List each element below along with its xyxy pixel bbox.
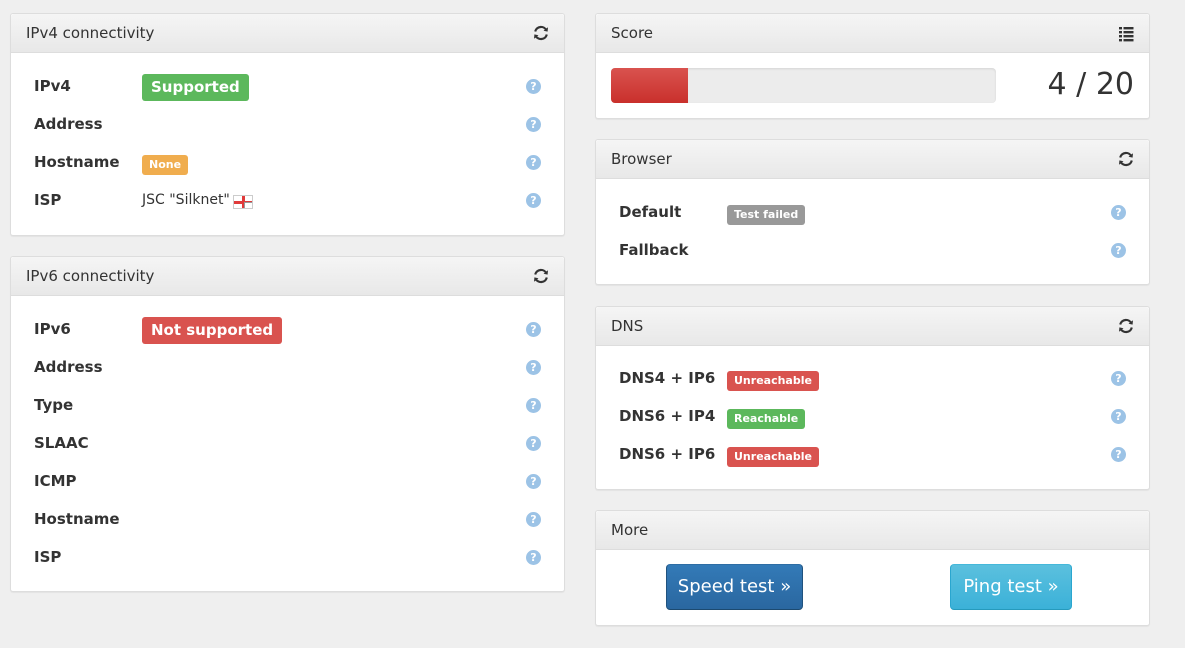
dns-panel-heading: DNS bbox=[596, 307, 1149, 346]
isp-label: ISP bbox=[34, 548, 62, 566]
ipv6-panel-title: IPv6 connectivity bbox=[26, 267, 155, 285]
ipv4-hostname-row: Hostname None ? bbox=[11, 151, 564, 175]
dns-panel: DNS DNS4 + IP6 Unreachable ? DNS6 + IP4 … bbox=[595, 306, 1150, 490]
help-icon[interactable]: ? bbox=[526, 193, 541, 208]
help-icon[interactable]: ? bbox=[1111, 205, 1126, 220]
ipv6-isp-row: ISP ? bbox=[11, 546, 564, 570]
help-icon[interactable]: ? bbox=[526, 360, 541, 375]
score-panel-title: Score bbox=[611, 24, 654, 42]
refresh-icon[interactable] bbox=[1117, 150, 1135, 168]
ipv4-label: IPv4 bbox=[34, 77, 71, 95]
dns6-ip6-label: DNS6 + IP6 bbox=[619, 445, 716, 463]
ipv6-hostname-row: Hostname ? bbox=[11, 508, 564, 532]
browser-panel-title: Browser bbox=[611, 150, 672, 168]
ipv4-panel: IPv4 connectivity IPv4 Supported ? Addre… bbox=[10, 13, 565, 236]
hostname-none-badge: None bbox=[142, 155, 189, 175]
more-panel-heading: More bbox=[596, 511, 1149, 550]
ping-test-button[interactable]: Ping test » bbox=[950, 564, 1072, 610]
help-icon[interactable]: ? bbox=[526, 117, 541, 132]
browser-default-row: Default Test failed ? bbox=[596, 201, 1149, 225]
score-panel: Score 4 / 20 bbox=[595, 13, 1150, 119]
default-label: Default bbox=[619, 203, 682, 221]
address-label: Address bbox=[34, 358, 103, 376]
ipv6-label: IPv6 bbox=[34, 320, 71, 338]
dns4-ip6-label: DNS4 + IP6 bbox=[619, 369, 716, 387]
browser-panel: Browser Default Test failed ? Fallback ? bbox=[595, 139, 1150, 285]
fallback-label: Fallback bbox=[619, 241, 689, 259]
help-icon[interactable]: ? bbox=[526, 398, 541, 413]
help-icon[interactable]: ? bbox=[526, 79, 541, 94]
ipv4-address-row: Address ? bbox=[11, 113, 564, 137]
ipv4-isp-row: ISP JSC "Silknet" ? bbox=[11, 189, 564, 213]
type-label: Type bbox=[34, 396, 74, 414]
more-panel-title: More bbox=[611, 521, 649, 539]
help-icon[interactable]: ? bbox=[1111, 409, 1126, 424]
reachable-badge: Reachable bbox=[727, 409, 806, 429]
dns-panel-title: DNS bbox=[611, 317, 644, 335]
ipv6-row: IPv6 Not supported ? bbox=[11, 317, 564, 344]
slaac-label: SLAAC bbox=[34, 434, 89, 452]
help-icon[interactable]: ? bbox=[1111, 447, 1126, 462]
score-value: 4 / 20 bbox=[1047, 67, 1134, 102]
list-icon[interactable] bbox=[1117, 24, 1135, 42]
isp-label: ISP bbox=[34, 191, 62, 209]
icmp-label: ICMP bbox=[34, 472, 77, 490]
browser-panel-heading: Browser bbox=[596, 140, 1149, 179]
ipv6-icmp-row: ICMP ? bbox=[11, 470, 564, 494]
dns6-ip6-row: DNS6 + IP6 Unreachable ? bbox=[596, 443, 1149, 467]
ipv6-not-supported-badge: Not supported bbox=[142, 317, 283, 344]
ipv4-panel-heading: IPv4 connectivity bbox=[11, 14, 564, 53]
isp-value: JSC "Silknet" bbox=[142, 192, 230, 208]
georgia-flag-icon bbox=[233, 195, 253, 209]
score-panel-heading: Score bbox=[596, 14, 1149, 53]
score-progress-bar bbox=[611, 68, 996, 103]
refresh-icon[interactable] bbox=[532, 267, 550, 285]
help-icon[interactable]: ? bbox=[1111, 371, 1126, 386]
ipv4-panel-title: IPv4 connectivity bbox=[26, 24, 155, 42]
help-icon[interactable]: ? bbox=[1111, 243, 1126, 258]
speed-test-button[interactable]: Speed test » bbox=[666, 564, 803, 610]
ipv6-type-row: Type ? bbox=[11, 394, 564, 418]
hostname-label: Hostname bbox=[34, 153, 120, 171]
unreachable-badge: Unreachable bbox=[727, 447, 819, 467]
dns6-ip4-label: DNS6 + IP4 bbox=[619, 407, 716, 425]
ipv6-panel-heading: IPv6 connectivity bbox=[11, 257, 564, 296]
dns6-ip4-row: DNS6 + IP4 Reachable ? bbox=[596, 405, 1149, 429]
help-icon[interactable]: ? bbox=[526, 550, 541, 565]
refresh-icon[interactable] bbox=[532, 24, 550, 42]
ipv6-slaac-row: SLAAC ? bbox=[11, 432, 564, 456]
help-icon[interactable]: ? bbox=[526, 436, 541, 451]
refresh-icon[interactable] bbox=[1117, 317, 1135, 335]
ipv4-row: IPv4 Supported ? bbox=[11, 74, 564, 101]
address-label: Address bbox=[34, 115, 103, 133]
browser-fallback-row: Fallback ? bbox=[596, 239, 1149, 263]
help-icon[interactable]: ? bbox=[526, 155, 541, 170]
ipv4-supported-badge: Supported bbox=[142, 74, 249, 101]
ipv6-address-row: Address ? bbox=[11, 356, 564, 380]
help-icon[interactable]: ? bbox=[526, 474, 541, 489]
unreachable-badge: Unreachable bbox=[727, 371, 819, 391]
ipv6-panel: IPv6 connectivity IPv6 Not supported ? A… bbox=[10, 256, 565, 592]
help-icon[interactable]: ? bbox=[526, 322, 541, 337]
more-panel: More Speed test » Ping test » bbox=[595, 510, 1150, 626]
dns4-ip6-row: DNS4 + IP6 Unreachable ? bbox=[596, 367, 1149, 391]
score-progress-fill bbox=[611, 68, 688, 103]
test-failed-badge: Test failed bbox=[727, 205, 806, 225]
hostname-label: Hostname bbox=[34, 510, 120, 528]
help-icon[interactable]: ? bbox=[526, 512, 541, 527]
